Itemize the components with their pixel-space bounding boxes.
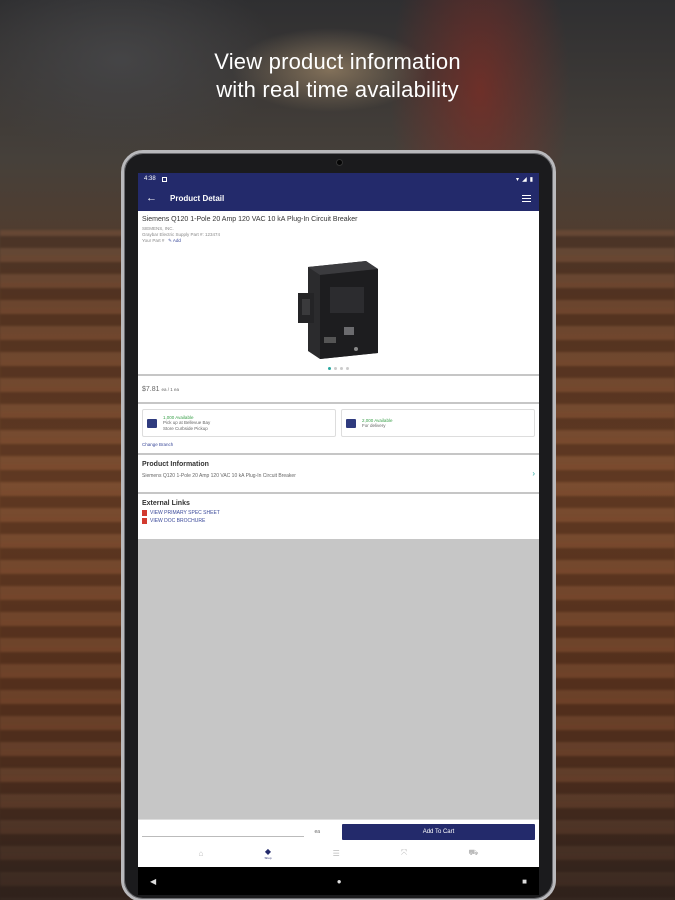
- product-info-heading: Product Information: [142, 461, 209, 468]
- price-unit: ea / 1 ea: [161, 386, 180, 392]
- nav-recents-icon[interactable]: ■: [522, 877, 527, 886]
- tag-icon: ◆: [264, 846, 272, 856]
- pickup-option[interactable]: 1,000 Available Pick up at Bellevue Bay …: [142, 409, 336, 437]
- notification-icon: [161, 176, 167, 182]
- brochure-link[interactable]: VIEW DOC BROCHURE: [142, 518, 535, 524]
- pickup-location: Pick up at Bellevue Bay: [163, 420, 211, 426]
- price-row: $7.81 ea / 1 ea: [138, 376, 539, 402]
- tab-lists[interactable]: ☰: [333, 849, 340, 858]
- tablet-screen: 4:38 ▾ ◢ ▮ ← Product Detail Siemens Q120…: [138, 173, 539, 895]
- tab-shop[interactable]: ◆ Shop: [264, 847, 271, 860]
- your-part-label: Your Part #: [142, 238, 165, 243]
- pdf-icon: [142, 518, 147, 524]
- truck-icon: [346, 418, 356, 428]
- pdf-icon: [142, 510, 147, 516]
- external-links-heading: External Links: [142, 500, 190, 507]
- battery-icon: ▮: [529, 176, 533, 183]
- menu-icon[interactable]: [522, 194, 531, 202]
- chevron-right-icon: ›: [532, 469, 535, 478]
- back-arrow-icon[interactable]: ←: [146, 192, 170, 204]
- delivery-option[interactable]: 2,000 Available For delivery: [341, 409, 535, 437]
- tab-home[interactable]: ⌂: [199, 849, 204, 858]
- store-icon: [147, 418, 157, 428]
- product-information-row[interactable]: Product Information Siemens Q120 1-Pole …: [138, 455, 539, 492]
- quantity-unit: ea: [314, 829, 320, 835]
- bottom-panel: ea Add To Cart ⌂ ◆ Shop ☰ ⤧ ⛟: [138, 819, 539, 867]
- spec-sheet-link[interactable]: VIEW PRIMARY SPEC SHEET: [142, 510, 535, 516]
- headline-line-2: with real time availability: [216, 77, 459, 102]
- system-nav-bar: ◀ ● ■: [138, 867, 539, 895]
- product-info-description: Siemens Q120 1-Pole 20 Amp 120 VAC 10 kA…: [142, 473, 296, 479]
- add-to-cart-button[interactable]: Add To Cart: [342, 824, 535, 840]
- cart-icon: ⛟: [468, 848, 479, 857]
- add-part-link[interactable]: ✎ Add: [168, 238, 181, 243]
- camera: [336, 159, 343, 166]
- product-name: Siemens Q120 1-Pole 20 Amp 120 VAC 10 kA…: [142, 216, 358, 223]
- list-icon: ☰: [332, 848, 340, 858]
- page-title: Product Detail: [170, 193, 225, 203]
- pickup-method: Store Curbside Pickup: [163, 425, 208, 431]
- app-bar: ← Product Detail: [138, 185, 539, 211]
- nav-home-icon[interactable]: ●: [337, 877, 342, 886]
- product-card: Siemens Q120 1-Pole 20 Amp 120 VAC 10 kA…: [138, 211, 539, 374]
- availability-card: 1,000 Available Pick up at Bellevue Bay …: [138, 404, 539, 453]
- product-image[interactable]: [294, 257, 386, 361]
- delivery-label: For delivery: [362, 423, 386, 428]
- image-pager[interactable]: [138, 367, 539, 370]
- quantity-input[interactable]: [142, 827, 305, 837]
- status-bar: 4:38 ▾ ◢ ▮: [138, 173, 539, 185]
- signal-icon: ◢: [522, 176, 527, 183]
- pencil-icon: ✎: [168, 238, 172, 243]
- promo-headline: View product information with real time …: [0, 48, 675, 104]
- price-value: $7.81: [142, 385, 160, 393]
- nav-back-icon[interactable]: ◀: [150, 877, 156, 886]
- status-time: 4:38: [144, 176, 156, 182]
- bottom-tab-bar: ⌂ ◆ Shop ☰ ⤧ ⛟: [138, 840, 539, 866]
- external-links-card: External Links VIEW PRIMARY SPEC SHEET V…: [138, 494, 539, 539]
- headline-line-1: View product information: [214, 49, 461, 74]
- tab-scan[interactable]: ⤧: [401, 848, 407, 858]
- tab-cart[interactable]: ⛟: [468, 848, 478, 858]
- tablet-device: 4:38 ▾ ◢ ▮ ← Product Detail Siemens Q120…: [121, 150, 556, 900]
- tab-shop-label: Shop: [264, 855, 272, 860]
- scan-icon: ⤧: [400, 848, 408, 857]
- wifi-icon: ▾: [516, 176, 520, 183]
- change-branch-link[interactable]: Change Branch: [142, 442, 535, 447]
- home-icon: ⌂: [198, 848, 204, 858]
